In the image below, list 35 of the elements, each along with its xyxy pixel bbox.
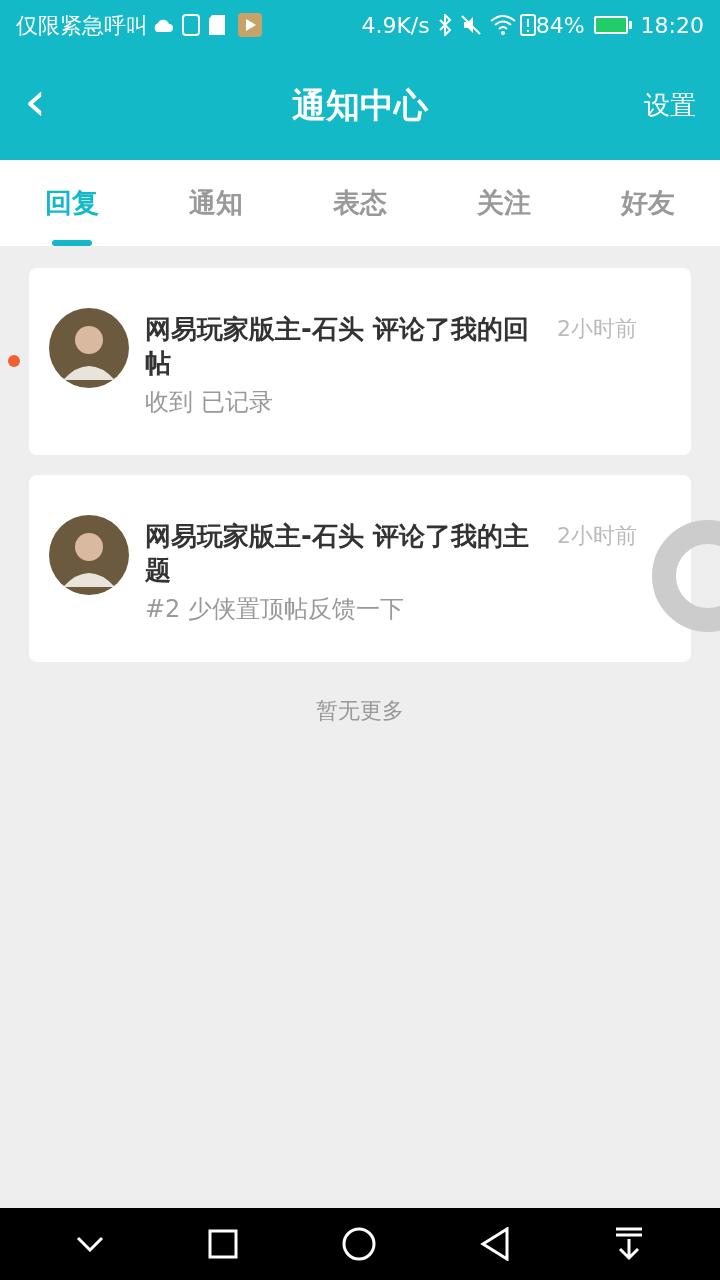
tab[interactable]: 关注 xyxy=(432,160,576,246)
sd-card-icon xyxy=(208,14,226,36)
notification-title: 网易玩家版主-石头 评论了我的回帖 xyxy=(145,313,530,380)
wifi-icon xyxy=(489,14,516,36)
battery-text: 84% xyxy=(535,11,585,40)
carrier-text: 仅限紧急呼叫 xyxy=(16,11,148,40)
notification-time: 2小时前 xyxy=(557,522,637,550)
notification-text: #2 少侠置顶帖反馈一下 xyxy=(145,594,405,625)
page-title: 通知中心 xyxy=(291,83,430,127)
network-speed: 4.9K/s xyxy=(361,11,430,40)
alert-icon xyxy=(519,14,536,36)
clock: 18:20 xyxy=(640,11,704,40)
notification-card[interactable]: 网易玩家版主-石头 评论了我的回帖 2小时前 收到 已记录 xyxy=(29,268,691,455)
cloud-icon xyxy=(152,17,174,33)
battery-icon xyxy=(592,15,633,35)
settings-button[interactable]: 设置 xyxy=(636,85,696,125)
notification-time: 2小时前 xyxy=(557,315,637,343)
pull-down-icon[interactable] xyxy=(614,1227,644,1261)
notification-card[interactable]: 网易玩家版主-石头 评论了我的主题 2小时前 #2 少侠置顶帖反馈一下 xyxy=(29,475,691,662)
back-button[interactable]: ‹ xyxy=(24,73,84,129)
back-icon[interactable] xyxy=(480,1227,510,1261)
tab[interactable]: 好友 xyxy=(576,160,720,246)
home-icon[interactable] xyxy=(342,1227,376,1261)
notification-title: 网易玩家版主-石头 评论了我的主题 xyxy=(145,520,530,587)
no-more-text: 暂无更多 xyxy=(315,697,405,725)
mute-icon xyxy=(459,14,482,36)
tab[interactable]: 回复 xyxy=(0,160,144,246)
tab[interactable]: 表态 xyxy=(288,160,432,246)
chevron-down-icon[interactable] xyxy=(76,1236,104,1252)
sim-icon xyxy=(182,14,200,36)
square-icon[interactable] xyxy=(208,1229,238,1259)
tab[interactable]: 通知 xyxy=(144,160,288,246)
bluetooth-icon xyxy=(437,14,452,36)
app-icon xyxy=(238,13,262,37)
notification-text: 收到 已记录 xyxy=(145,387,274,418)
